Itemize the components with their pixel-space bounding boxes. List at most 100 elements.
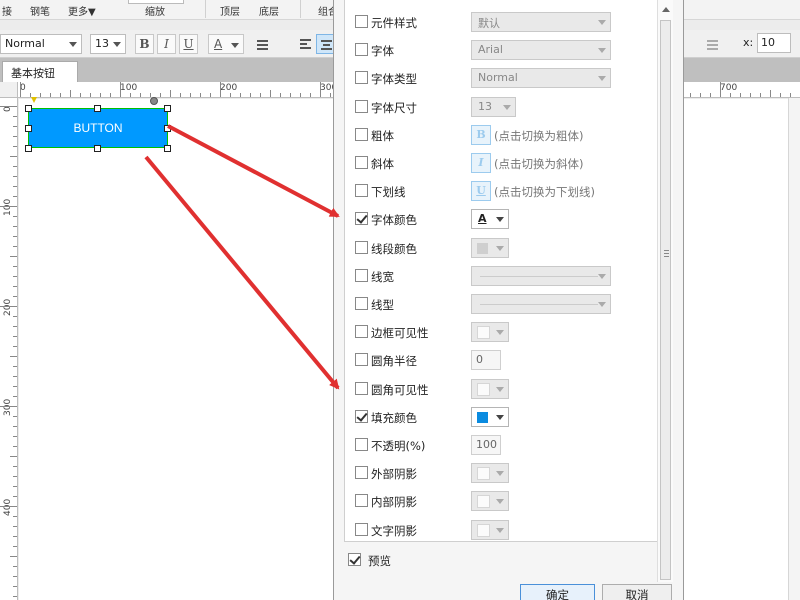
preview-checkbox[interactable] xyxy=(348,553,361,566)
ruler-tick xyxy=(90,93,91,97)
scrollbar-thumb[interactable] xyxy=(660,20,671,580)
style-toggle-button[interactable]: U xyxy=(471,181,491,201)
style-row-label: 线段颜色 xyxy=(371,242,417,256)
style-toggle-button[interactable]: B xyxy=(471,125,491,145)
font-color-picker[interactable]: A xyxy=(471,209,509,229)
style-row-label: 边框可见性 xyxy=(371,326,429,340)
ruler-tick xyxy=(330,93,331,97)
ribbon-bring-front[interactable]: 顶层 xyxy=(220,3,240,18)
x-coordinate-input[interactable]: 10 xyxy=(757,33,791,53)
style-row-checkbox[interactable] xyxy=(355,156,368,169)
chevron-down-icon xyxy=(598,20,606,25)
property-select[interactable]: Arial xyxy=(471,40,611,60)
icon-select[interactable] xyxy=(471,379,509,399)
fill-color-picker[interactable] xyxy=(471,407,509,427)
style-row-checkbox[interactable] xyxy=(355,325,368,338)
style-row-label: 圆角半径 xyxy=(371,354,417,368)
style-row-checkbox[interactable] xyxy=(355,15,368,28)
style-toggle-button[interactable]: I xyxy=(471,153,491,173)
style-row-checkbox[interactable] xyxy=(355,269,368,282)
style-row-checkbox[interactable] xyxy=(355,353,368,366)
preview-option[interactable]: 预览 xyxy=(348,552,428,570)
chevron-down-icon xyxy=(598,302,606,307)
ruler-tick xyxy=(250,93,251,97)
icon-select[interactable] xyxy=(471,463,509,483)
style-row-checkbox[interactable] xyxy=(355,297,368,310)
align-left-icon[interactable] xyxy=(296,34,315,54)
toggle-hint: (点击切换为粗体) xyxy=(494,129,584,143)
style-row-checkbox[interactable] xyxy=(355,466,368,479)
ribbon-pen[interactable]: 钢笔 xyxy=(30,3,50,18)
property-select[interactable]: 默认 xyxy=(471,12,611,32)
line-select[interactable] xyxy=(471,266,611,286)
ribbon-send-back[interactable]: 底层 xyxy=(259,3,279,18)
style-row-checkbox[interactable] xyxy=(355,212,368,225)
resize-handle[interactable] xyxy=(94,105,101,112)
icon-select[interactable] xyxy=(471,238,509,258)
property-select[interactable]: Normal xyxy=(471,68,611,88)
resize-handle[interactable] xyxy=(25,145,32,152)
ruler-tick xyxy=(160,93,161,97)
style-row-label: 内部阴影 xyxy=(371,495,417,509)
style-row-checkbox[interactable] xyxy=(355,241,368,254)
style-row-label: 字体类型 xyxy=(371,72,417,86)
tab-basic-button[interactable]: 基本按钮 × xyxy=(2,61,78,82)
icon-select[interactable] xyxy=(471,491,509,511)
ruler-tick xyxy=(100,93,101,97)
style-row-checkbox[interactable] xyxy=(355,438,368,451)
cancel-button[interactable]: 取消 xyxy=(602,584,672,600)
bold-button[interactable]: B xyxy=(135,34,154,54)
resize-handle[interactable] xyxy=(94,145,101,152)
ruler-tick xyxy=(70,90,71,97)
resize-handle[interactable] xyxy=(164,105,171,112)
property-select[interactable]: 13 xyxy=(471,97,516,117)
icon-select[interactable] xyxy=(471,520,509,540)
ruler-tick xyxy=(270,90,271,97)
resize-handle[interactable] xyxy=(164,145,171,152)
style-row-checkbox[interactable] xyxy=(355,494,368,507)
style-row-checkbox[interactable] xyxy=(355,71,368,84)
font-size-select[interactable]: 13 xyxy=(90,34,126,54)
style-row-checkbox[interactable] xyxy=(355,43,368,56)
style-select[interactable]: Normal xyxy=(0,34,82,54)
resize-handle[interactable] xyxy=(25,105,32,112)
chevron-down-icon xyxy=(496,499,504,504)
style-row-checkbox[interactable] xyxy=(355,382,368,395)
property-icon xyxy=(477,326,490,339)
resize-handle[interactable] xyxy=(164,125,171,132)
property-input[interactable]: 0 xyxy=(471,350,501,370)
style-row-label: 线型 xyxy=(371,298,394,312)
toggle-hint: (点击切换为斜体) xyxy=(494,157,584,171)
ribbon-zoom[interactable]: 缩放 xyxy=(145,3,165,18)
distribute-icon[interactable] xyxy=(703,34,722,54)
button-widget[interactable]: BUTTON xyxy=(28,108,168,148)
close-icon[interactable]: × xyxy=(11,64,72,77)
rotate-handle[interactable] xyxy=(150,97,158,105)
style-row-checkbox[interactable] xyxy=(355,410,368,423)
ok-button[interactable]: 确定 xyxy=(520,584,595,600)
ribbon-connect[interactable]: 接 xyxy=(2,3,12,18)
icon-select[interactable] xyxy=(471,322,509,342)
canvas-scrollbar[interactable] xyxy=(788,98,800,600)
list-icon[interactable] xyxy=(253,34,272,54)
underline-button[interactable]: U xyxy=(179,34,198,54)
style-row-checkbox[interactable] xyxy=(355,523,368,536)
chevron-down-icon xyxy=(69,42,77,47)
ruler-mark: 300 xyxy=(3,398,13,416)
ruler-tick xyxy=(13,186,17,187)
style-row-checkbox[interactable] xyxy=(355,128,368,141)
italic-button[interactable]: I xyxy=(157,34,176,54)
grip-icon xyxy=(664,253,669,254)
resize-handle[interactable] xyxy=(25,125,32,132)
ruler-tick xyxy=(320,82,321,97)
dialog-scrollbar[interactable] xyxy=(657,0,673,582)
ribbon-more[interactable]: 更多▼ xyxy=(68,3,96,18)
ruler-tick xyxy=(13,476,17,477)
style-row-checkbox[interactable] xyxy=(355,184,368,197)
line-select[interactable] xyxy=(471,294,611,314)
font-color-button[interactable]: A xyxy=(208,34,244,54)
ruler-tick xyxy=(13,566,17,567)
style-row-checkbox[interactable] xyxy=(355,100,368,113)
property-input[interactable]: 100 xyxy=(471,435,501,455)
scroll-up-icon[interactable] xyxy=(662,7,670,12)
